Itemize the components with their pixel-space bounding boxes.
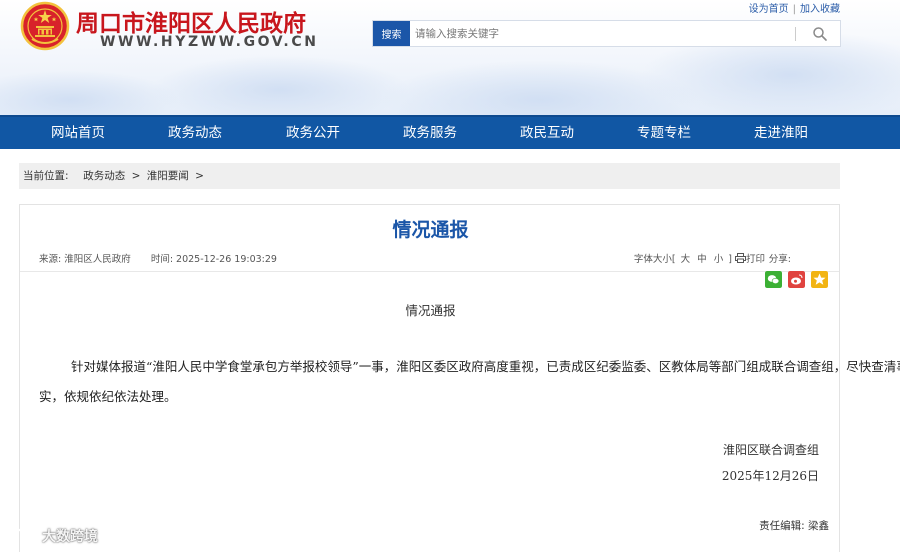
font-size-close: ] xyxy=(728,254,732,265)
nav-item-government-news[interactable]: 政务动态 xyxy=(145,117,245,149)
signature: 淮阳区联合调查组 2025年12月26日 xyxy=(722,437,819,489)
signature-org: 淮阳区联合调查组 xyxy=(722,443,819,457)
site-header: 周口市淮阳区人民政府 WWW.HYZWW.GOV.CN 设为首页 | 加入收藏 搜索 xyxy=(0,0,900,115)
set-homepage-link[interactable]: 设为首页 xyxy=(749,4,789,15)
watermark-logo-icon xyxy=(11,528,36,543)
nav-item-public-interaction[interactable]: 政民互动 xyxy=(497,117,597,149)
source-value: 淮阳区人民政府 xyxy=(64,254,131,265)
font-size-label: 字体大小[ xyxy=(633,254,676,265)
top-links: 设为首页 | 加入收藏 xyxy=(749,0,840,15)
font-size-large-button[interactable]: 大 xyxy=(681,254,691,265)
breadcrumb-item-huaiyang-news[interactable]: 淮阳要闻 xyxy=(147,170,189,182)
watermark-text: 大数跨境 xyxy=(42,529,98,545)
time-value: 2025-12-26 19:03:29 xyxy=(176,254,277,265)
responsible-editor: 责任编辑: 梁鑫 xyxy=(759,518,829,533)
font-size-medium-button[interactable]: 中 xyxy=(697,254,707,265)
signature-date: 2025年12月26日 xyxy=(721,469,819,483)
search-input[interactable] xyxy=(415,24,785,43)
breadcrumb-separator: > xyxy=(131,170,141,182)
weibo-icon[interactable] xyxy=(788,271,805,288)
watermark: 大数跨境 xyxy=(10,524,98,548)
article-meta: 来源: 淮阳区人民政府 时间: 2025-12-26 19:03:29 字体大小… xyxy=(20,251,841,271)
meta-divider xyxy=(20,271,839,272)
article-title: 情况通报 xyxy=(392,219,469,241)
breadcrumb-item-government-news[interactable]: 政务动态 xyxy=(83,170,125,182)
nav-item-government-services[interactable]: 政务服务 xyxy=(380,117,480,149)
share-label: 分享: xyxy=(768,254,791,265)
article-body-text: 针对媒体报道“淮阳人民中学食堂承包方举报校领导”一事，淮阳区委区政府高度重视，已… xyxy=(39,359,900,404)
nav-item-about-huaiyang[interactable]: 走进淮阳 xyxy=(731,117,831,149)
body-heading: 情况通报 xyxy=(405,303,456,318)
nav-item-special-topics[interactable]: 专题专栏 xyxy=(614,117,714,149)
nav-item-government-disclosure[interactable]: 政务公开 xyxy=(263,117,363,149)
breadcrumb: 当前位置: 政务动态 > 淮阳要闻 > xyxy=(19,163,840,189)
font-size-small-button[interactable]: 小 xyxy=(714,254,724,265)
search-icon[interactable] xyxy=(812,26,828,42)
link-separator: | xyxy=(792,4,796,15)
main-nav: 网站首页 政务动态 政务公开 政务服务 政民互动 专题专栏 走进淮阳 xyxy=(0,115,900,149)
wechat-icon[interactable] xyxy=(765,271,782,288)
source-label: 来源: xyxy=(39,254,62,265)
breadcrumb-separator: > xyxy=(195,170,204,182)
article: 情况通报 来源: 淮阳区人民政府 时间: 2025-12-26 19:03:29… xyxy=(19,204,900,552)
editor-label: 责任编辑: xyxy=(759,520,805,532)
print-button[interactable]: 打印 xyxy=(746,254,765,265)
nav-item-home[interactable]: 网站首页 xyxy=(28,117,128,149)
time-label: 时间: xyxy=(150,254,174,265)
printer-icon[interactable] xyxy=(734,253,746,263)
breadcrumb-label: 当前位置: xyxy=(23,170,69,182)
national-emblem-icon[interactable] xyxy=(20,1,70,51)
font-size-controls: 字体大小[ 大 中 小 ] 打印 xyxy=(634,251,765,265)
search-button[interactable]: 搜索 xyxy=(373,21,410,46)
editor-name: 梁鑫 xyxy=(808,520,829,532)
search-divider xyxy=(795,27,796,41)
site-url: WWW.HYZWW.GOV.CN xyxy=(100,34,319,50)
search-box: 搜索 xyxy=(372,20,841,47)
qzone-icon[interactable] xyxy=(811,271,828,288)
add-favorite-link[interactable]: 加入收藏 xyxy=(800,4,840,15)
site-title: 周口市淮阳区人民政府 xyxy=(76,10,306,37)
